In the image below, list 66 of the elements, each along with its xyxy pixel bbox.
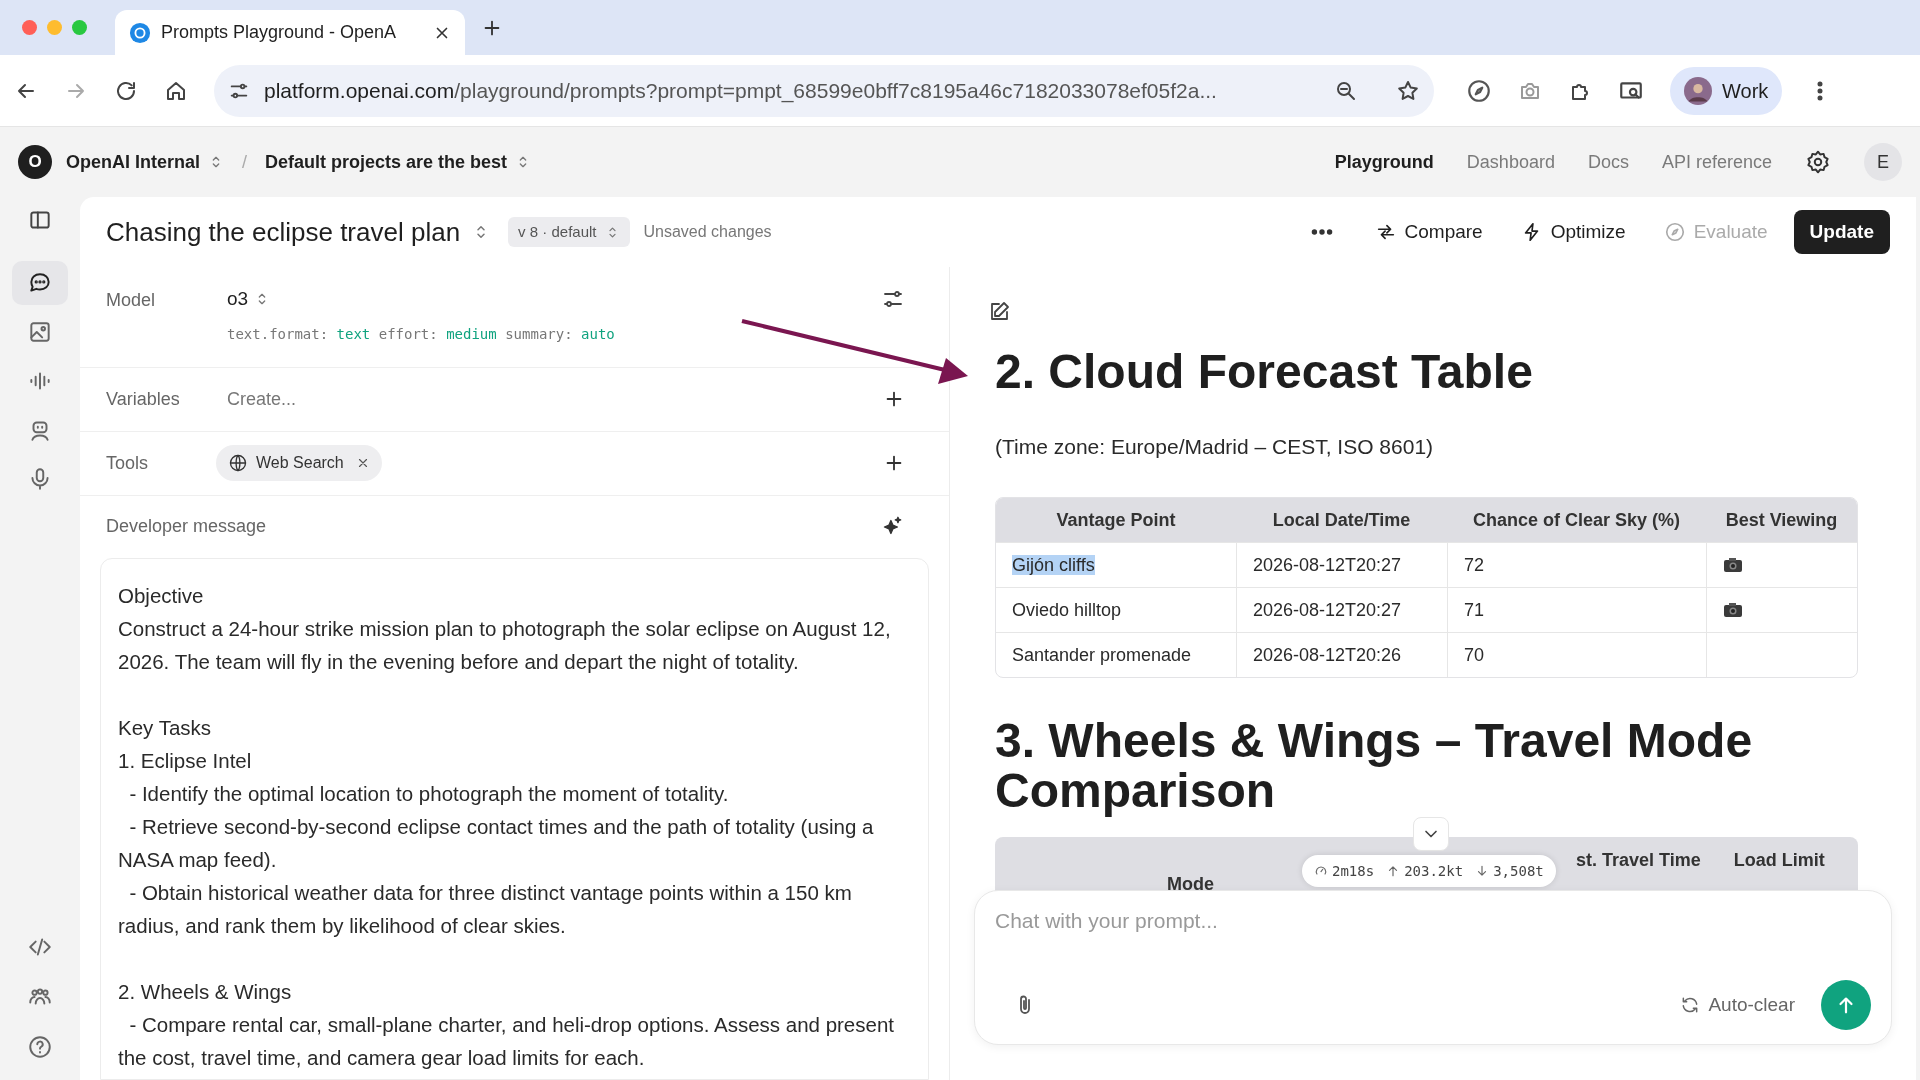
table-cell: 72: [1464, 554, 1485, 575]
column-header: Best Viewing: [1706, 498, 1857, 542]
sidebar-item[interactable]: [12, 261, 68, 305]
settings-icon[interactable]: [1805, 149, 1831, 175]
globe-icon: [228, 453, 248, 473]
table-cell: Santander promenade: [1012, 644, 1192, 665]
site-icon: [129, 21, 151, 44]
column-header: Vantage Point: [996, 498, 1236, 542]
nav-link[interactable]: API reference: [1661, 148, 1772, 176]
nav-link[interactable]: Playground: [1334, 148, 1434, 176]
timezone-note: (Time zone: Europe/Madrid – CEST, ISO 8601): [995, 434, 1435, 459]
unsaved-status: Unsaved changes: [643, 222, 772, 242]
org-avatar: O: [18, 145, 52, 179]
url-text: platform.openai.com/playground/prompts?prompt=pmpt_68599e0bff7c8195a46c7182033078ef05f2a...: [264, 77, 1218, 105]
bookmark-star-icon[interactable]: [1396, 78, 1420, 103]
column-header: Load Limit: [1732, 849, 1826, 872]
avatar-icon: [1684, 76, 1712, 105]
column-header: Chance of Clear Sky (%): [1447, 498, 1706, 542]
table-cell: 2026-08-12T20:27: [1253, 554, 1402, 575]
table-cell: 70: [1464, 644, 1485, 665]
action-button[interactable]: Compare: [1362, 211, 1495, 253]
table-cell: 71: [1464, 599, 1485, 620]
field-label: Model: [106, 289, 157, 312]
update-button[interactable]: Update: [1793, 210, 1890, 254]
field-label: Tools: [106, 451, 150, 475]
variables-input[interactable]: Create...: [227, 385, 883, 413]
tool-chip[interactable]: Web Search: [216, 445, 382, 481]
table-cell: 2026-08-12T20:26: [1253, 644, 1402, 665]
version-selector[interactable]: v 8 · default: [508, 217, 630, 247]
table-cell: Gijón cliffs: [1012, 554, 1095, 575]
auto-clear-button[interactable]: Auto-clear: [1680, 990, 1795, 1020]
profile-button[interactable]: Work: [1670, 66, 1783, 115]
org-switcher[interactable]: OpenAI Internal: [66, 148, 224, 176]
chat-input[interactable]: Chat with your prompt...: [995, 905, 1871, 937]
address-bar[interactable]: platform.openai.com/playground/prompts?prompt=pmpt_68599e0bff7c8195a46c7182033078ef05f2a...: [214, 64, 1434, 117]
prompt-title[interactable]: Chasing the eclipse travel plan: [106, 212, 491, 252]
image-icon: [27, 319, 53, 345]
model-selector[interactable]: o3: [227, 285, 271, 314]
action-button[interactable]: Optimize: [1508, 211, 1638, 253]
column-header: Mode: [1167, 873, 1214, 896]
browser-tab[interactable]: Prompts Playground - OpenA: [115, 10, 465, 55]
breadcrumb-separator: /: [242, 150, 248, 174]
stat-value: 3,508t: [1493, 861, 1544, 881]
compass-icon: [1663, 221, 1686, 243]
field-label: Variables: [106, 387, 181, 411]
extension-icon[interactable]: [1466, 77, 1492, 104]
stat-value: 203.2kt: [1404, 861, 1464, 881]
user-avatar[interactable]: E: [1864, 143, 1902, 181]
column-header: Local Date/Time: [1236, 498, 1447, 542]
nav-link[interactable]: Dashboard: [1466, 148, 1555, 176]
column-header: st. Travel Time: [1576, 849, 1701, 872]
stat-value: 2m18s: [1332, 861, 1375, 881]
message-paragraph: Key Tasks 1. Eclipse Intel - Identify the optimal location to photograph the moment of totality. - Retrieve second-by-second eclipse contact times and the path of totality (using a NASA map feed). - Obtain historical weather data for three distinct vantage points within a 150 km radius, and rank them by likelihood of clear skies.: [118, 714, 875, 939]
model-parameters: text.format: text effort: medium summary: auto: [227, 324, 616, 344]
project-switcher[interactable]: Default projects are the best: [265, 148, 532, 176]
table-cell: Oviedo hilltop: [1012, 599, 1122, 620]
message-paragraph: 2. Wheels & Wings - Compare rental car, small-plane charter, and heli-drop options. Assess and present the cost, travel time, and camera gear load limits for each.: [118, 978, 895, 1071]
send-button[interactable]: [1821, 980, 1871, 1030]
nav-link[interactable]: Docs: [1587, 148, 1629, 176]
section-heading: 2. Cloud Forecast Table: [995, 344, 1534, 400]
table-cell: 2026-08-12T20:27: [1253, 599, 1402, 620]
message-paragraph: Objective Construct a 24-hour strike mission plan to photograph the solar eclipse on August 12, 2026. The team will fly in the evening before and depart the night of totality.: [118, 582, 892, 675]
field-label: Developer message: [106, 515, 268, 538]
section-heading: 3. Wheels & Wings – Travel Mode Comparison: [995, 716, 1754, 816]
tab-title: Prompts Playground - OpenA: [161, 21, 398, 44]
help-icon[interactable]: [27, 1034, 53, 1060]
